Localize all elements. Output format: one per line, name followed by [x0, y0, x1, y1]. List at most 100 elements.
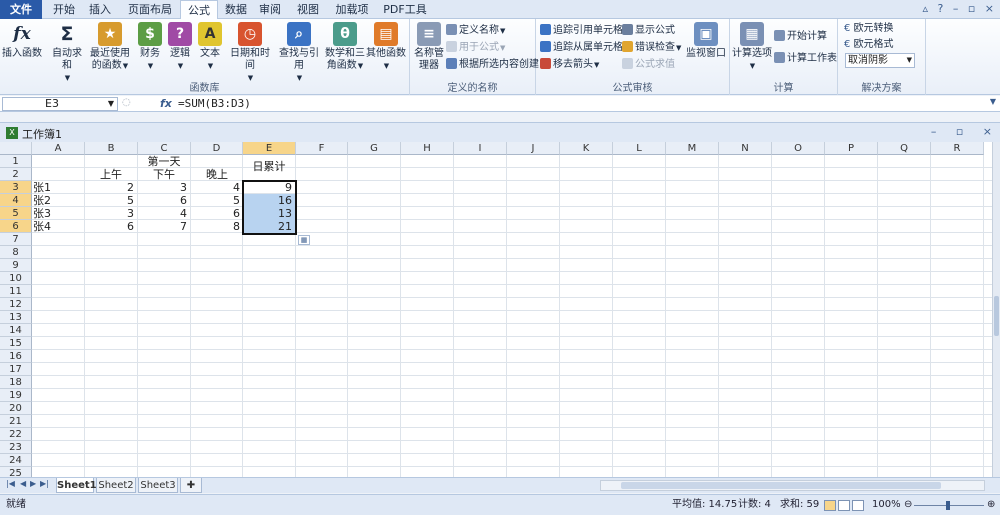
row-header-2[interactable]: 2: [0, 168, 32, 181]
row-header-21[interactable]: 21: [0, 415, 32, 428]
text-button[interactable]: A 文本 ▼: [196, 22, 224, 72]
row-header-23[interactable]: 23: [0, 441, 32, 454]
error-check-button[interactable]: 错误检查▼: [622, 40, 681, 56]
column-header-G[interactable]: G: [348, 142, 401, 155]
tab-pdf-tools[interactable]: PDF工具: [380, 0, 430, 19]
column-header-R[interactable]: R: [931, 142, 984, 155]
normal-view-icon[interactable]: [824, 500, 836, 511]
row-header-22[interactable]: 22: [0, 428, 32, 441]
minimize-ribbon-icon[interactable]: ▵: [922, 2, 928, 15]
row-header-8[interactable]: 8: [0, 246, 32, 259]
column-header-A[interactable]: A: [32, 142, 85, 155]
column-header-Q[interactable]: Q: [878, 142, 931, 155]
sheet-tab-1[interactable]: Sheet1: [56, 478, 97, 493]
lookup-reference-button[interactable]: ⌕ 查找与引用 ▼: [276, 22, 322, 84]
column-header-O[interactable]: O: [772, 142, 825, 155]
cell-A5[interactable]: 张3: [33, 207, 84, 220]
select-all-corner[interactable]: [0, 142, 32, 155]
formula-bar-toggle-icon[interactable]: ◌: [122, 97, 131, 108]
page-layout-view-icon[interactable]: [838, 500, 850, 511]
last-sheet-icon[interactable]: ▶|: [40, 479, 49, 488]
column-header-N[interactable]: N: [719, 142, 772, 155]
cell-D2[interactable]: 晚上: [191, 168, 243, 181]
cell-C6[interactable]: 7: [138, 220, 190, 233]
row-header-25[interactable]: 25: [0, 467, 32, 477]
cell-B3[interactable]: 2: [85, 181, 137, 194]
scrollbar-thumb[interactable]: [994, 296, 999, 336]
tab-view[interactable]: 视图: [292, 0, 324, 19]
column-header-F[interactable]: F: [296, 142, 348, 155]
minimize-window-icon[interactable]: –: [953, 2, 959, 15]
name-manager-button[interactable]: ≡ 名称管理器: [412, 22, 446, 72]
cell-A3[interactable]: 张1: [33, 181, 84, 194]
row-header-4[interactable]: 4: [0, 194, 32, 207]
tab-formulas[interactable]: 公式: [180, 0, 218, 20]
sheet-tab-3[interactable]: Sheet3: [138, 478, 178, 493]
cell-D5[interactable]: 6: [191, 207, 243, 220]
autofill-options-icon[interactable]: ▦: [298, 235, 310, 245]
column-header-L[interactable]: L: [613, 142, 666, 155]
trace-precedents-button[interactable]: 追踪引用单元格: [540, 23, 623, 39]
scrollbar-thumb[interactable]: [621, 482, 941, 489]
insert-function-button[interactable]: fx 插入函数: [2, 22, 42, 60]
cell-B5[interactable]: 3: [85, 207, 137, 220]
insert-sheet-icon[interactable]: ✚: [180, 478, 202, 493]
row-header-16[interactable]: 16: [0, 350, 32, 363]
row-header-15[interactable]: 15: [0, 337, 32, 350]
help-icon[interactable]: ?: [937, 2, 943, 15]
evaluate-formula-button[interactable]: 公式求值: [622, 57, 675, 73]
logical-button[interactable]: ? 逻辑 ▼: [166, 22, 194, 72]
row-header-18[interactable]: 18: [0, 376, 32, 389]
prev-sheet-icon[interactable]: ◀: [20, 479, 26, 488]
cell-C3[interactable]: 3: [138, 181, 190, 194]
row-header-12[interactable]: 12: [0, 298, 32, 311]
restore-icon[interactable]: ▫: [956, 125, 963, 138]
worksheet-grid[interactable]: ABCDEFGHIJKLMNOPQR 1 2 3 4 5 6 7 8 9 10 11 12 13 14 15…: [0, 142, 992, 477]
calculate-now-button[interactable]: 开始计算: [774, 29, 827, 45]
zoom-in-icon[interactable]: ⊕: [987, 495, 995, 515]
minimize-icon[interactable]: –: [931, 125, 937, 138]
column-header-M[interactable]: M: [666, 142, 719, 155]
column-header-J[interactable]: J: [507, 142, 560, 155]
row-header-17[interactable]: 17: [0, 363, 32, 376]
insert-function-fx-icon[interactable]: fx: [160, 97, 172, 110]
row-header-3[interactable]: 3: [0, 181, 32, 194]
cell-C1[interactable]: 第一天: [138, 155, 190, 168]
cell-A4[interactable]: 张2: [33, 194, 84, 207]
row-header-1[interactable]: 1: [0, 155, 32, 168]
create-from-selection-button[interactable]: 根据所选内容创建: [446, 57, 539, 73]
cell-A6[interactable]: 张4: [33, 220, 84, 233]
column-header-C[interactable]: C: [138, 142, 191, 155]
column-header-P[interactable]: P: [825, 142, 878, 155]
column-header-E[interactable]: E: [243, 142, 296, 155]
math-trig-button[interactable]: θ 数学和三角函数▼: [324, 22, 366, 72]
horizontal-scrollbar[interactable]: [600, 480, 985, 491]
tab-home[interactable]: 开始: [48, 0, 80, 19]
restore-window-icon[interactable]: ▫: [968, 2, 975, 15]
cell-D4[interactable]: 5: [191, 194, 243, 207]
cell-B2[interactable]: 上午: [85, 168, 137, 181]
sheet-tab-2[interactable]: Sheet2: [96, 478, 136, 493]
euro-format-button[interactable]: € 欧元格式: [844, 37, 894, 53]
tab-insert[interactable]: 插入: [84, 0, 116, 19]
column-header-D[interactable]: D: [191, 142, 243, 155]
row-header-13[interactable]: 13: [0, 311, 32, 324]
row-header-10[interactable]: 10: [0, 272, 32, 285]
zoom-out-icon[interactable]: ⊖: [904, 495, 912, 515]
column-header-K[interactable]: K: [560, 142, 613, 155]
tab-file[interactable]: 文件: [0, 0, 42, 19]
row-header-19[interactable]: 19: [0, 389, 32, 402]
column-header-B[interactable]: B: [85, 142, 138, 155]
watch-window-button[interactable]: ▣ 监视窗口: [686, 22, 726, 60]
define-name-button[interactable]: 定义名称▼: [446, 23, 505, 39]
cell-E1-E2[interactable]: 日累计: [243, 160, 295, 173]
remove-arrows-button[interactable]: 移去箭头▼: [540, 57, 599, 73]
next-sheet-icon[interactable]: ▶: [30, 479, 36, 488]
close-icon[interactable]: ×: [983, 125, 992, 138]
row-header-5[interactable]: 5: [0, 207, 32, 220]
cell-C2[interactable]: 下午: [138, 168, 190, 181]
zoom-level[interactable]: 100%: [872, 495, 901, 515]
datetime-button[interactable]: ◷ 日期和时间 ▼: [226, 22, 274, 84]
trace-dependents-button[interactable]: 追踪从属单元格: [540, 40, 623, 56]
formula-input[interactable]: =SUM(B3:D3): [178, 97, 251, 110]
